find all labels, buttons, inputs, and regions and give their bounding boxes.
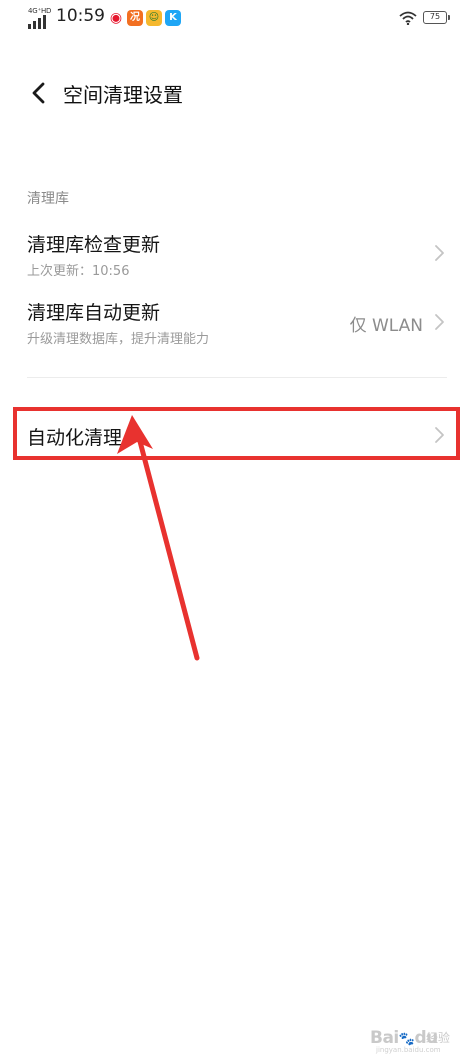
auto-clean-title: 自动化清理: [27, 427, 123, 449]
watermark-url: jingyan.baidu.com: [376, 1046, 441, 1054]
chevron-right-icon: [435, 245, 444, 261]
auto-clean-item[interactable]: 自动化清理: [0, 410, 475, 460]
status-time: 10:59: [56, 6, 105, 26]
auto-update-description: 升级清理数据库，提升清理能力: [27, 332, 210, 347]
watermark-text: 经验: [426, 1031, 451, 1045]
baidu-watermark: Bai🐾du 经验 jingyan.baidu.com: [370, 1028, 470, 1054]
check-update-title: 清理库检查更新: [27, 234, 161, 256]
auto-update-value: 仅 WLAN: [349, 316, 423, 336]
auto-update-item[interactable]: 清理库自动更新 升级清理数据库，提升清理能力 仅 WLAN: [0, 294, 475, 358]
divider: [27, 377, 447, 378]
last-update-text: 上次更新：10:56: [27, 264, 130, 279]
wifi-icon: [399, 11, 417, 25]
app-notification-icon: ☺: [146, 10, 162, 26]
app-notification-icon: 况: [127, 10, 143, 26]
chevron-right-icon: [435, 427, 444, 443]
check-update-item[interactable]: 清理库检查更新 上次更新：10:56: [0, 222, 475, 286]
auto-update-title: 清理库自动更新: [27, 302, 161, 324]
app-notification-icon: K: [165, 10, 181, 26]
page-title: 空间清理设置: [63, 83, 183, 107]
status-bar: 4G⁺HD 10:59 ◉ 况 ☺ K 75: [0, 0, 475, 36]
annotation-arrow: [117, 415, 200, 661]
header: 空间清理设置: [0, 68, 475, 118]
battery-cap: [448, 15, 450, 20]
back-arrow-icon[interactable]: [26, 80, 52, 106]
battery-icon: 75: [423, 11, 447, 24]
weibo-icon: ◉: [109, 10, 123, 26]
chevron-right-icon: [435, 314, 444, 330]
section-label: 清理库: [27, 191, 69, 207]
signal-icon: [28, 15, 46, 29]
